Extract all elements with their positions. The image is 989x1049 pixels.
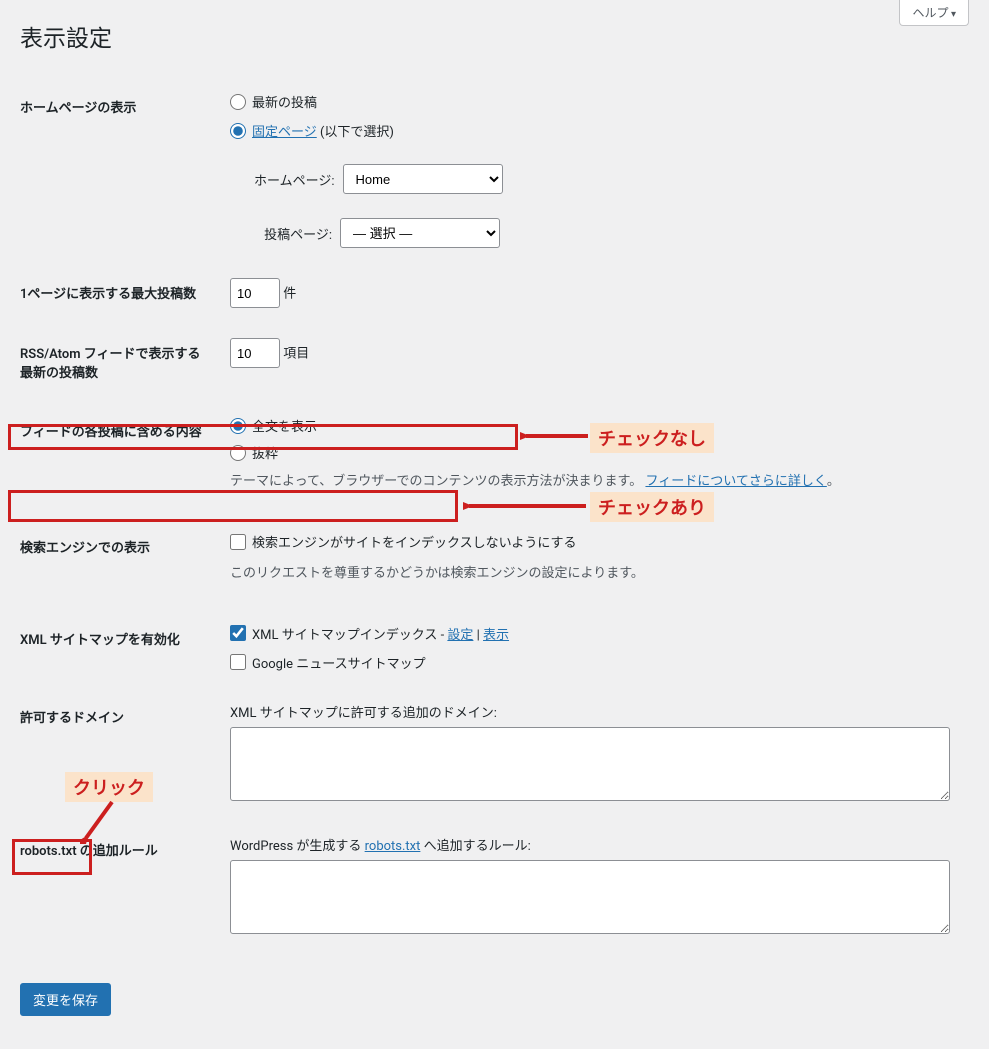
radio-full-text-input[interactable] <box>230 418 246 434</box>
homepage-select[interactable]: Home <box>343 164 503 194</box>
rss-posts-input[interactable] <box>230 338 280 368</box>
checkbox-google-news[interactable]: Google ニュースサイトマップ <box>230 653 959 672</box>
checkbox-google-news-input[interactable] <box>230 654 246 670</box>
radio-full-text[interactable]: 全文を表示 <box>230 416 959 435</box>
radio-excerpt-input[interactable] <box>230 445 246 461</box>
label-allowed-domains: 許可するドメイン <box>20 687 220 820</box>
robots-link[interactable]: robots.txt <box>365 839 421 854</box>
xml-sitemap-view-link[interactable]: 表示 <box>483 628 509 643</box>
save-button[interactable]: 変更を保存 <box>20 983 111 1016</box>
postspage-select-label: 投稿ページ: <box>254 224 332 243</box>
label-feed-content: フィードの各投稿に含める内容 <box>20 401 220 517</box>
radio-latest-posts-input[interactable] <box>230 94 246 110</box>
robots-textarea[interactable] <box>230 860 950 934</box>
posts-per-page-input[interactable] <box>230 278 280 308</box>
radio-excerpt[interactable]: 抜粋 <box>230 443 959 462</box>
radio-latest-posts-label: 最新の投稿 <box>252 92 317 111</box>
search-engine-desc: このリクエストを尊重するかどうかは検索エンジンの設定によります。 <box>230 562 959 581</box>
help-tab[interactable]: ヘルプ <box>899 0 969 26</box>
checkbox-google-news-label: Google ニュースサイトマップ <box>252 653 426 672</box>
checkbox-xml-sitemap-input[interactable] <box>230 625 246 641</box>
label-xml-sitemap: XML サイトマップを有効化 <box>20 609 220 687</box>
rss-posts-suffix: 項目 <box>283 347 309 362</box>
radio-excerpt-label: 抜粋 <box>252 443 278 462</box>
xml-sitemap-settings-link[interactable]: 設定 <box>447 628 473 643</box>
static-page-note: (以下で選択) <box>320 125 394 140</box>
static-page-link[interactable]: 固定ページ <box>252 125 317 140</box>
feed-desc-link[interactable]: フィードについてさらに詳しく <box>645 474 826 489</box>
radio-latest-posts[interactable]: 最新の投稿 <box>230 92 959 111</box>
feed-desc-post: 。 <box>827 474 840 489</box>
radio-static-page[interactable]: 固定ページ (以下で選択) <box>230 121 959 140</box>
postspage-select[interactable]: — 選択 — <box>340 218 500 248</box>
radio-static-page-input[interactable] <box>230 123 246 139</box>
label-homepage: ホームページの表示 <box>20 77 220 263</box>
radio-full-text-label: 全文を表示 <box>252 416 317 435</box>
allowed-domains-desc: XML サイトマップに許可する追加のドメイン: <box>230 702 959 721</box>
posts-per-page-suffix: 件 <box>283 287 296 302</box>
homepage-select-label: ホームページ: <box>254 170 335 189</box>
checkbox-search-engine[interactable]: 検索エンジンがサイトをインデックスしないようにする <box>230 532 576 551</box>
checkbox-xml-sitemap-label: XML サイトマップインデックス <box>252 628 437 643</box>
label-robots: robots.txt の追加ルール <box>20 820 220 953</box>
robots-desc-pre: WordPress が生成する <box>230 839 365 854</box>
robots-desc-post: へ追加するルール: <box>420 839 530 854</box>
checkbox-xml-sitemap[interactable]: XML サイトマップインデックス - 設定 | 表示 <box>230 624 959 643</box>
label-rss-posts: RSS/Atom フィードで表示する最新の投稿数 <box>20 323 220 401</box>
page-title: 表示設定 <box>20 10 969 57</box>
allowed-domains-textarea[interactable] <box>230 727 950 801</box>
xml-sitemap-sep: - <box>437 628 447 643</box>
checkbox-search-engine-label: 検索エンジンがサイトをインデックスしないようにする <box>252 532 576 551</box>
feed-desc-pre: テーマによって、ブラウザーでのコンテンツの表示方法が決まります。 <box>230 474 642 489</box>
label-posts-per-page: 1ページに表示する最大投稿数 <box>20 263 220 323</box>
label-search-engine: 検索エンジンでの表示 <box>20 517 220 609</box>
checkbox-search-engine-input[interactable] <box>230 534 246 550</box>
